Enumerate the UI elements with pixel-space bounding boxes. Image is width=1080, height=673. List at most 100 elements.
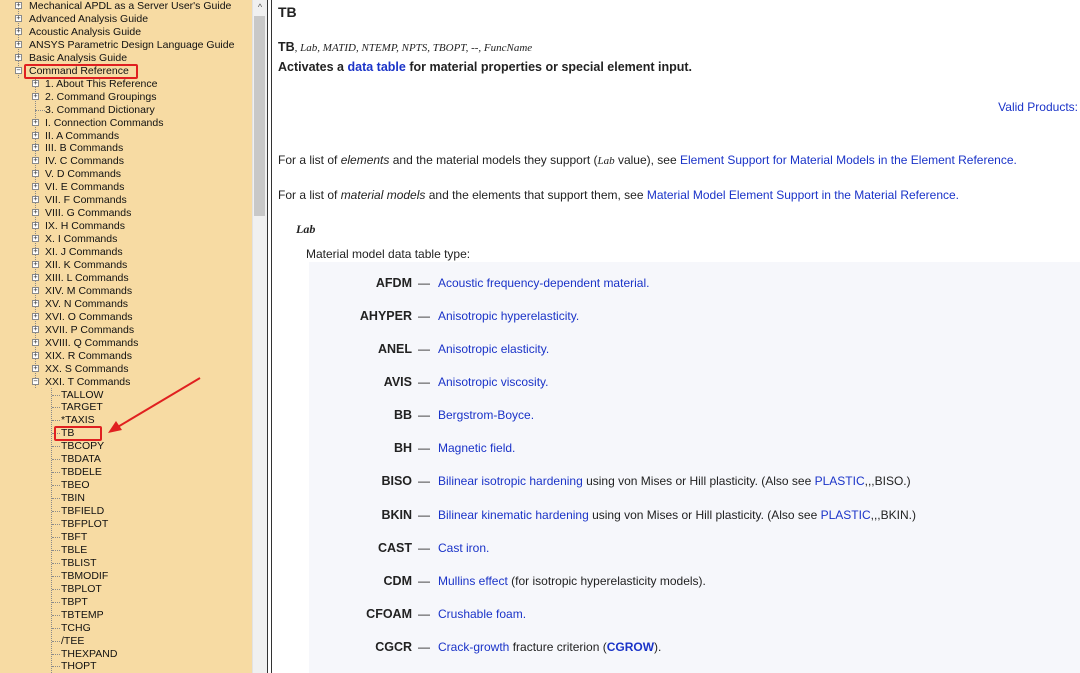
tree-item-label[interactable]: XIV. M Commands xyxy=(45,285,132,298)
expand-icon[interactable]: + xyxy=(32,131,39,139)
expand-icon[interactable]: + xyxy=(32,209,39,217)
tree-item-label[interactable]: 2. Command Groupings xyxy=(45,91,156,104)
lab-link[interactable]: Mullins effect xyxy=(438,574,508,588)
tree-item[interactable]: + IX. H Commands xyxy=(0,220,252,233)
tree-item-label[interactable]: TBPT xyxy=(61,596,88,609)
tree-item[interactable]: + I. Connection Commands xyxy=(0,117,252,130)
tree-item[interactable]: TBTEMP xyxy=(0,609,252,622)
expand-icon[interactable]: + xyxy=(32,235,39,243)
expand-icon[interactable]: + xyxy=(32,312,39,320)
tree-item[interactable]: + Basic Analysis Guide xyxy=(0,52,252,65)
tree-item[interactable]: + Acoustic Analysis Guide xyxy=(0,26,252,39)
tree-item-label[interactable]: TBPLOT xyxy=(61,583,102,596)
tree-item[interactable]: + XII. K Commands xyxy=(0,259,252,272)
tree-item-label[interactable]: Advanced Analysis Guide xyxy=(29,13,148,26)
tree-item-label[interactable]: TBEO xyxy=(61,479,90,492)
tree-item-label[interactable]: XIII. L Commands xyxy=(45,272,129,285)
tree-item[interactable]: + II. A Commands xyxy=(0,130,252,143)
expand-icon[interactable]: + xyxy=(15,27,22,35)
tree-item[interactable]: − XXI. T Commands xyxy=(0,376,252,389)
tree-item-label[interactable]: VII. F Commands xyxy=(45,194,127,207)
element-support-link[interactable]: Element Support for Material Models in t… xyxy=(680,153,1017,167)
lab-link[interactable]: Acoustic frequency-dependent material. xyxy=(438,276,649,290)
tree-item[interactable]: + V. D Commands xyxy=(0,168,252,181)
tree-item[interactable]: + XI. J Commands xyxy=(0,246,252,259)
expand-icon[interactable]: + xyxy=(32,351,39,359)
tree-item[interactable]: TBFIELD xyxy=(0,505,252,518)
expand-icon[interactable]: + xyxy=(32,261,39,268)
expand-icon[interactable]: + xyxy=(32,273,39,281)
tree-item[interactable]: TBLIST xyxy=(0,557,252,570)
tree-item[interactable]: + VI. E Commands xyxy=(0,181,252,194)
tree-item-label[interactable]: TBFPLOT xyxy=(61,518,108,531)
tree-item-label[interactable]: TBFIELD xyxy=(61,505,104,518)
tree-item-label[interactable]: TBDATA xyxy=(61,453,101,466)
tree-item[interactable]: TBIN xyxy=(0,492,252,505)
tree-item-label[interactable]: X. I Commands xyxy=(45,233,117,246)
expand-icon[interactable]: + xyxy=(15,40,22,48)
lab-link[interactable]: Magnetic field. xyxy=(438,441,515,455)
tree-item-label[interactable]: TBLIST xyxy=(61,557,97,570)
tree-item[interactable]: +1. About This Reference xyxy=(0,78,252,91)
expand-icon[interactable]: + xyxy=(32,364,39,372)
expand-icon[interactable]: + xyxy=(32,299,39,307)
lab-link[interactable]: Bilinear isotropic hardening xyxy=(438,474,583,488)
tree-item-label[interactable]: XX. S Commands xyxy=(45,363,128,376)
expand-icon[interactable]: + xyxy=(32,338,39,346)
tree-item[interactable]: TBDELE xyxy=(0,466,252,479)
tree-item[interactable]: /TEE xyxy=(0,635,252,648)
tree-item-label[interactable]: Basic Analysis Guide xyxy=(29,52,127,65)
lab-link[interactable]: Bilinear kinematic hardening xyxy=(438,508,589,522)
lab-link[interactable]: Anisotropic elasticity. xyxy=(438,342,549,356)
material-model-support-link[interactable]: Material Model Element Support in the Ma… xyxy=(647,188,959,202)
collapse-icon[interactable]: − xyxy=(32,377,39,385)
tree-item-label[interactable]: XIX. R Commands xyxy=(45,350,132,363)
tree-item-label[interactable]: Mechanical APDL as a Server User's Guide xyxy=(29,0,231,13)
scroll-thumb[interactable] xyxy=(254,16,265,216)
scroll-up-arrow-icon[interactable]: ^ xyxy=(253,0,267,14)
tree-item-label[interactable]: TBTEMP xyxy=(61,609,104,622)
expand-icon[interactable]: + xyxy=(32,92,39,100)
tree-item-label[interactable]: Acoustic Analysis Guide xyxy=(29,26,141,39)
tree-scrollbar[interactable]: ^ xyxy=(252,0,267,673)
tree-item[interactable]: + VIII. G Commands xyxy=(0,207,252,220)
expand-icon[interactable]: + xyxy=(15,14,22,22)
tree-item-label[interactable]: TBCOPY xyxy=(61,440,104,453)
tree-item[interactable]: + XVIII. Q Commands xyxy=(0,337,252,350)
tree-item-label[interactable]: XI. J Commands xyxy=(45,246,123,259)
tree-item[interactable]: TBPT xyxy=(0,596,252,609)
tree-item-label[interactable]: XII. K Commands xyxy=(45,259,127,272)
tree-item-label[interactable]: /TEE xyxy=(61,635,84,648)
expand-icon[interactable]: + xyxy=(32,157,39,165)
expand-icon[interactable]: + xyxy=(32,222,39,230)
tree-item[interactable]: + XV. N Commands xyxy=(0,298,252,311)
tree-item[interactable]: THEXPAND xyxy=(0,648,252,661)
tree-item-label[interactable]: TBMODIF xyxy=(61,570,108,583)
tree-item[interactable]: + XVII. P Commands xyxy=(0,324,252,337)
lab-link[interactable]: Crushable foam. xyxy=(438,607,526,621)
pane-splitter[interactable] xyxy=(267,0,275,673)
tree-item[interactable]: TBMODIF xyxy=(0,570,252,583)
tree-item[interactable]: + Mechanical APDL as a Server User's Guid… xyxy=(0,0,252,13)
tree-item-label[interactable]: TBIN xyxy=(61,492,85,505)
expand-icon[interactable]: + xyxy=(32,170,39,178)
command-link[interactable]: PLASTIC xyxy=(815,474,865,488)
tree-item[interactable]: + XIV. M Commands xyxy=(0,285,252,298)
valid-products-link[interactable]: Valid Products: xyxy=(998,100,1078,114)
tree-item[interactable]: TBDATA xyxy=(0,453,252,466)
tree-item-label[interactable]: XXI. T Commands xyxy=(45,376,130,389)
tree-item-label[interactable]: THOPT xyxy=(61,660,97,673)
lab-link[interactable]: Cast iron. xyxy=(438,541,489,555)
expand-icon[interactable]: + xyxy=(32,248,39,256)
tree-item-label[interactable]: VI. E Commands xyxy=(45,181,124,194)
tree-item[interactable]: + III. B Commands xyxy=(0,142,252,155)
data-table-link[interactable]: data table xyxy=(347,60,405,74)
tree-item-label[interactable]: VIII. G Commands xyxy=(45,207,131,220)
tree-item-label[interactable]: V. D Commands xyxy=(45,168,121,181)
tree-item-label[interactable]: XV. N Commands xyxy=(45,298,128,311)
lab-link[interactable]: Crack-growth xyxy=(438,640,509,654)
tree-item[interactable]: TCHG xyxy=(0,622,252,635)
tree-item-label[interactable]: XVIII. Q Commands xyxy=(45,337,138,350)
tree-item[interactable]: TB xyxy=(0,427,252,440)
tree-item[interactable]: TBLE xyxy=(0,544,252,557)
